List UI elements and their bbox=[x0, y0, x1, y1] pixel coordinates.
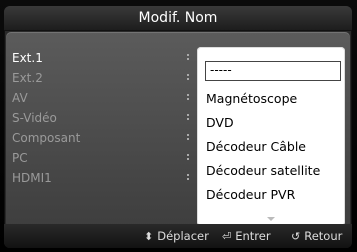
return-hint: ↺ Retour bbox=[291, 229, 342, 243]
enter-label: Entrer bbox=[235, 229, 271, 243]
tv-screen: Modif. Nom Ext.1 Ext.2 AV S-Vidéo Compos… bbox=[0, 0, 357, 252]
source-list: Ext.1 Ext.2 AV S-Vidéo Composant PC HDMI… bbox=[12, 48, 172, 188]
move-label: Déplacer bbox=[157, 229, 209, 243]
window-title: Modif. Nom bbox=[138, 10, 218, 26]
option-dvd[interactable]: DVD bbox=[206, 115, 234, 130]
selected-name-value: ----- bbox=[210, 63, 232, 77]
content-panel: Ext.1 Ext.2 AV S-Vidéo Composant PC HDMI… bbox=[6, 32, 350, 228]
move-hint: ⬍ Déplacer bbox=[144, 229, 209, 243]
option-decodeur-satellite[interactable]: Décodeur satellite bbox=[206, 163, 320, 178]
selected-name-field[interactable]: ----- bbox=[205, 61, 341, 81]
option-decodeur-cable[interactable]: Décodeur Câble bbox=[206, 139, 306, 154]
source-item-svideo[interactable]: S-Vidéo bbox=[12, 108, 172, 128]
source-item-ext2[interactable]: Ext.2 bbox=[12, 68, 172, 88]
return-icon: ↺ bbox=[291, 229, 301, 243]
option-decodeur-pvr[interactable]: Décodeur PVR bbox=[206, 187, 295, 202]
source-item-pc[interactable]: PC bbox=[12, 148, 172, 168]
name-dropdown[interactable]: ----- Magnétoscope DVD Décodeur Câble Dé… bbox=[197, 47, 345, 226]
separator-dots bbox=[187, 54, 191, 204]
chevron-down-icon[interactable] bbox=[267, 217, 275, 221]
title-bar: Modif. Nom bbox=[4, 6, 352, 31]
osd-window: Modif. Nom Ext.1 Ext.2 AV S-Vidéo Compos… bbox=[4, 6, 352, 248]
option-magnetoscope[interactable]: Magnétoscope bbox=[206, 91, 297, 106]
enter-hint: ⏎ Entrer bbox=[222, 229, 271, 243]
source-item-hdmi1[interactable]: HDMI1 bbox=[12, 168, 172, 188]
updown-arrow-icon: ⬍ bbox=[144, 229, 154, 243]
source-item-ext1[interactable]: Ext.1 bbox=[12, 48, 172, 68]
source-item-av[interactable]: AV bbox=[12, 88, 172, 108]
footer-bar: ⬍ Déplacer ⏎ Entrer ↺ Retour bbox=[4, 224, 352, 248]
source-item-composant[interactable]: Composant bbox=[12, 128, 172, 148]
return-label: Retour bbox=[304, 229, 343, 243]
enter-icon: ⏎ bbox=[222, 229, 232, 243]
